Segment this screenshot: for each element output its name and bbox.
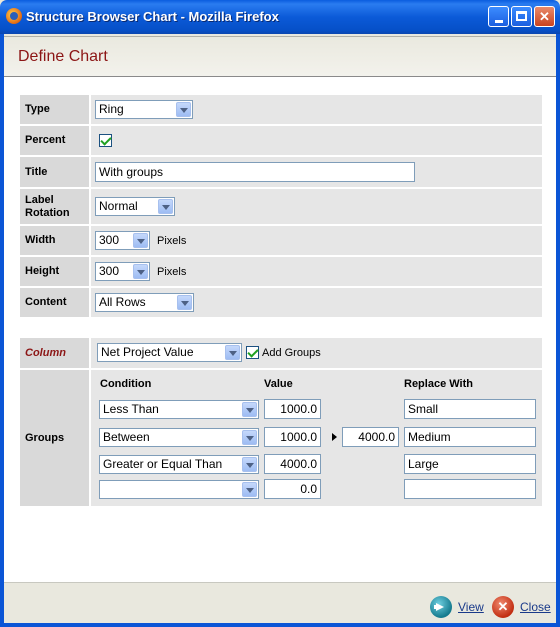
replace-input[interactable]: Large (404, 454, 536, 474)
condition-select-value: Greater or Equal Than (103, 457, 223, 471)
width-unit: Pixels (157, 235, 187, 247)
window-titlebar[interactable]: Structure Browser Chart - Mozilla Firefo… (0, 0, 560, 34)
condition-select[interactable] (99, 480, 259, 499)
chevron-down-icon (242, 482, 257, 497)
condition-select-value: Less Than (103, 402, 159, 416)
width-row: Width 300 Pixels (20, 226, 542, 255)
label-rotation-value-cell: Normal (91, 189, 542, 224)
close-icon[interactable]: ✕ (492, 596, 514, 618)
value-input[interactable]: 4000.0 (264, 454, 321, 474)
height-select-value: 300 (99, 264, 120, 278)
content-value-cell: All Rows (91, 288, 542, 317)
width-select[interactable]: 300 (95, 231, 150, 250)
height-label: Height (20, 257, 89, 286)
maximize-button[interactable] (511, 6, 532, 27)
chevron-down-icon (176, 102, 191, 117)
label-rotation-select[interactable]: Normal (95, 197, 175, 216)
page-content: Define Chart Type Ring Percent Title Wit… (4, 34, 556, 623)
chevron-down-icon (133, 233, 148, 248)
column-select-value: Net Project Value (101, 345, 194, 359)
title-value-cell: With groups (91, 157, 542, 187)
value-header: Value (264, 378, 293, 390)
value-input[interactable]: 0.0 (264, 479, 321, 499)
column-value-cell: Net Project Value Add Groups (91, 338, 542, 368)
page-header: Define Chart (4, 34, 556, 77)
page-title: Define Chart (18, 48, 108, 65)
view-link[interactable]: View (458, 600, 484, 614)
groups-row: Groups Condition Value Replace With Less… (20, 370, 542, 506)
replace-input[interactable]: Small (404, 399, 536, 419)
minimize-icon (495, 20, 503, 23)
width-select-value: 300 (99, 233, 120, 247)
replace-input[interactable] (404, 479, 536, 499)
chevron-down-icon (242, 430, 257, 445)
value-input[interactable]: 1000.0 (264, 427, 321, 447)
content-select-value: All Rows (99, 295, 146, 309)
replace-with-header: Replace With (404, 378, 473, 390)
chevron-down-icon (133, 264, 148, 279)
percent-checkbox[interactable] (99, 134, 112, 147)
title-row: Title With groups (20, 157, 542, 187)
content-row: Content All Rows (20, 288, 542, 317)
chart-settings-form: Type Ring Percent Title With groups Labe… (20, 95, 542, 319)
condition-select[interactable]: Greater or Equal Than (99, 455, 259, 474)
maximize-icon (516, 11, 527, 21)
add-groups-checkbox[interactable] (246, 346, 259, 359)
height-row: Height 300 Pixels (20, 257, 542, 286)
firefox-icon (6, 8, 22, 24)
column-select[interactable]: Net Project Value (97, 343, 242, 362)
condition-select[interactable]: Between (99, 428, 259, 447)
percent-label: Percent (20, 126, 89, 155)
window-close-button[interactable]: ✕ (534, 6, 555, 27)
replace-input[interactable]: Medium (404, 427, 536, 447)
type-value-cell: Ring (91, 95, 542, 124)
window-frame: Define Chart Type Ring Percent Title Wit… (0, 34, 560, 627)
width-label: Width (20, 226, 89, 255)
groups-value-cell: Condition Value Replace With Less Than 1… (91, 370, 542, 506)
footer-toolbar: View ✕ Close (4, 582, 556, 623)
percent-value-cell (91, 126, 542, 155)
close-link[interactable]: Close (520, 600, 551, 614)
label-rotation-select-value: Normal (99, 199, 138, 213)
type-label: Type (20, 95, 89, 124)
column-row: Column Net Project Value Add Groups (20, 338, 542, 368)
condition-select-value: Between (103, 430, 150, 444)
label-rotation-row: Label Rotation Normal (20, 189, 542, 224)
minimize-button[interactable] (488, 6, 509, 27)
add-groups-label: Add Groups (262, 347, 321, 359)
chevron-down-icon (177, 295, 192, 310)
content-select[interactable]: All Rows (95, 293, 194, 312)
chevron-down-icon (242, 402, 257, 417)
value-input[interactable]: 1000.0 (264, 399, 321, 419)
height-select[interactable]: 300 (95, 262, 150, 281)
range-arrow-icon (332, 433, 337, 441)
chevron-down-icon (158, 199, 173, 214)
label-rotation-label: Label Rotation (20, 189, 89, 224)
condition-select[interactable]: Less Than (99, 400, 259, 419)
title-input[interactable]: With groups (95, 162, 415, 182)
column-label: Column (20, 338, 89, 368)
title-label: Title (20, 157, 89, 187)
height-value-cell: 300 Pixels (91, 257, 542, 286)
content-label: Content (20, 288, 89, 317)
groups-form: Column Net Project Value Add Groups Grou… (20, 338, 542, 506)
chevron-down-icon (242, 457, 257, 472)
value2-input[interactable]: 4000.0 (342, 427, 399, 447)
view-icon[interactable] (430, 596, 452, 618)
groups-label: Groups (20, 370, 89, 506)
percent-row: Percent (20, 126, 542, 155)
condition-header: Condition (100, 378, 152, 390)
type-row: Type Ring (20, 95, 542, 124)
type-select-value: Ring (99, 102, 124, 116)
window-title: Structure Browser Chart - Mozilla Firefo… (26, 9, 279, 24)
width-value-cell: 300 Pixels (91, 226, 542, 255)
type-select[interactable]: Ring (95, 100, 193, 119)
header-divider (4, 36, 556, 37)
height-unit: Pixels (157, 266, 187, 278)
chevron-down-icon (225, 345, 240, 360)
